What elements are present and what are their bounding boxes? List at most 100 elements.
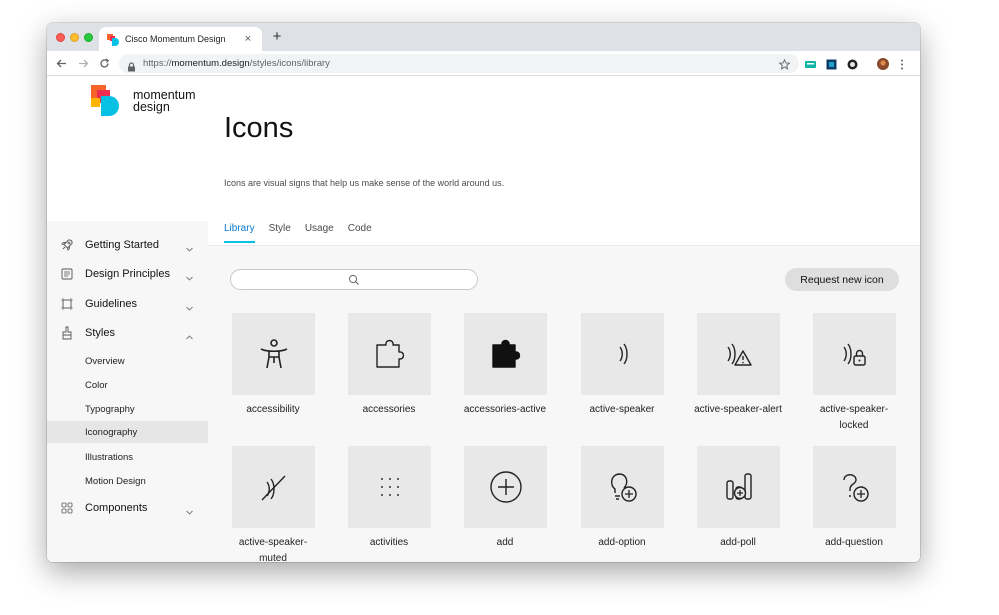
sidebar-subitem-label: Color xyxy=(85,379,108,391)
search-icon xyxy=(348,274,359,285)
new-tab-button[interactable]: + xyxy=(269,29,285,45)
browser-toolbar: https://momentum.design/styles/icons/lib… xyxy=(47,51,920,76)
icon-name: accessibility xyxy=(246,404,300,415)
sidebar-item-label: Styles xyxy=(85,327,115,339)
maximize-window-button[interactable] xyxy=(84,33,93,42)
tab-strip: Cisco Momentum Design × + xyxy=(47,23,920,51)
icon-tile xyxy=(697,446,780,528)
sidebar-subitem-iconography[interactable]: Iconography xyxy=(47,421,208,443)
page-tabs: Library Style Usage Code xyxy=(224,223,386,243)
sidebar-subitem-typography[interactable]: Typography xyxy=(47,398,208,420)
profile-avatar-icon[interactable] xyxy=(877,57,889,70)
icon-name: active-speaker xyxy=(589,404,655,415)
momentum-logo[interactable]: momentum design xyxy=(90,84,210,124)
icon-name: active-speaker-muted xyxy=(215,535,331,562)
puzzle-outline-icon xyxy=(375,339,404,368)
momentum-logo-mark-icon xyxy=(91,85,119,116)
chevron-up-icon xyxy=(185,329,194,339)
accessibility-icon xyxy=(260,339,287,369)
icon-tile xyxy=(232,313,315,395)
minimize-window-button[interactable] xyxy=(70,33,79,42)
bookmark-star-icon[interactable] xyxy=(778,57,791,70)
extension-square-icon[interactable] xyxy=(826,57,837,70)
chevron-down-icon xyxy=(185,241,194,252)
icon-name-line: active-speaker- xyxy=(238,537,308,548)
page-title: Icons xyxy=(224,112,294,144)
sidebar-item-label: Guidelines xyxy=(85,298,137,310)
icon-name: active-speaker-locked xyxy=(796,402,912,434)
add-question-icon xyxy=(842,474,869,502)
icon-name: add-question xyxy=(825,537,883,548)
document-icon xyxy=(60,267,74,281)
url-path: /styles/icons/library xyxy=(249,58,330,69)
active-speaker-locked-icon xyxy=(842,343,866,366)
extension-circle-icon[interactable] xyxy=(847,57,858,70)
page: momentum design Getting Started Design P… xyxy=(47,76,920,562)
browser-menu-icon[interactable] xyxy=(900,57,911,70)
sidebar-subitem-label: Iconography xyxy=(85,426,138,438)
tab-usage[interactable]: Usage xyxy=(305,223,334,243)
close-window-button[interactable] xyxy=(56,33,65,42)
sidebar-subitem-label: Typography xyxy=(85,403,135,415)
icon-tile xyxy=(813,446,896,528)
extension-teal-icon[interactable] xyxy=(805,57,816,68)
page-subtitle: Icons are visual signs that help us make… xyxy=(224,178,505,188)
url-prefix: https:// xyxy=(143,58,172,69)
icon-tile xyxy=(581,446,664,528)
tab-library[interactable]: Library xyxy=(224,223,255,243)
browser-tab[interactable]: Cisco Momentum Design × xyxy=(99,27,262,51)
logo-text: momentum design xyxy=(133,89,196,114)
main-content: Icons Icons are visual signs that help u… xyxy=(208,76,920,562)
chevron-down-icon xyxy=(185,270,194,281)
active-speaker-alert-icon xyxy=(726,343,752,366)
sidebar-subitem-color[interactable]: Color xyxy=(47,374,208,396)
icon-tile xyxy=(697,313,780,395)
reload-icon[interactable] xyxy=(96,55,112,71)
url-host: momentum.design xyxy=(171,58,250,69)
chevron-down-icon xyxy=(185,504,194,515)
active-speaker-muted-icon xyxy=(260,475,286,501)
puzzle-filled-icon xyxy=(491,339,520,368)
tab-close-icon[interactable]: × xyxy=(242,33,254,45)
brush-icon xyxy=(60,326,74,340)
momentum-favicon-icon xyxy=(107,33,119,46)
address-bar[interactable]: https://momentum.design/styles/icons/lib… xyxy=(119,54,799,73)
sidebar-subitem-overview[interactable]: Overview xyxy=(47,350,208,372)
icon-tile xyxy=(464,313,547,395)
search-input[interactable] xyxy=(230,269,478,290)
activities-icon xyxy=(380,478,399,496)
sidebar-subitem-illustrations[interactable]: Illustrations xyxy=(47,446,208,468)
sidebar-item-guidelines[interactable]: Guidelines xyxy=(47,293,208,315)
sidebar-item-design-principles[interactable]: Design Principles xyxy=(47,263,208,285)
chevron-down-icon xyxy=(185,300,194,311)
tab-style[interactable]: Style xyxy=(269,223,291,243)
add-poll-icon xyxy=(725,473,752,500)
sidebar: momentum design Getting Started Design P… xyxy=(47,76,208,562)
sidebar-item-label: Design Principles xyxy=(85,268,170,280)
back-arrow-icon[interactable] xyxy=(53,55,69,71)
icon-tile xyxy=(813,313,896,395)
icon-name: add-option xyxy=(598,537,646,548)
sidebar-subitem-label: Motion Design xyxy=(85,475,146,487)
sidebar-item-components[interactable]: Components xyxy=(47,497,208,519)
request-new-icon-button[interactable]: Request new icon xyxy=(785,268,899,291)
icon-name: activities xyxy=(369,537,409,548)
sidebar-item-label: Getting Started xyxy=(85,239,159,251)
active-speaker-icon xyxy=(618,343,628,365)
forward-arrow-icon[interactable] xyxy=(75,55,91,71)
logo-text-line2: design xyxy=(133,100,170,114)
sidebar-item-getting-started[interactable]: Getting Started xyxy=(47,234,208,256)
tab-code[interactable]: Code xyxy=(348,223,372,243)
icon-name: accessories xyxy=(362,404,416,415)
components-icon xyxy=(60,501,74,515)
sidebar-subitem-motion-design[interactable]: Motion Design xyxy=(47,470,208,492)
sidebar-item-styles[interactable]: Styles xyxy=(47,322,208,344)
icon-tile xyxy=(464,446,547,528)
icon-tile xyxy=(232,446,315,528)
sidebar-item-label: Components xyxy=(85,502,148,514)
icon-tile xyxy=(348,446,431,528)
icon-tile xyxy=(348,313,431,395)
icon-name: add-poll xyxy=(720,537,756,548)
lock-icon xyxy=(127,59,136,71)
add-icon xyxy=(489,471,522,503)
